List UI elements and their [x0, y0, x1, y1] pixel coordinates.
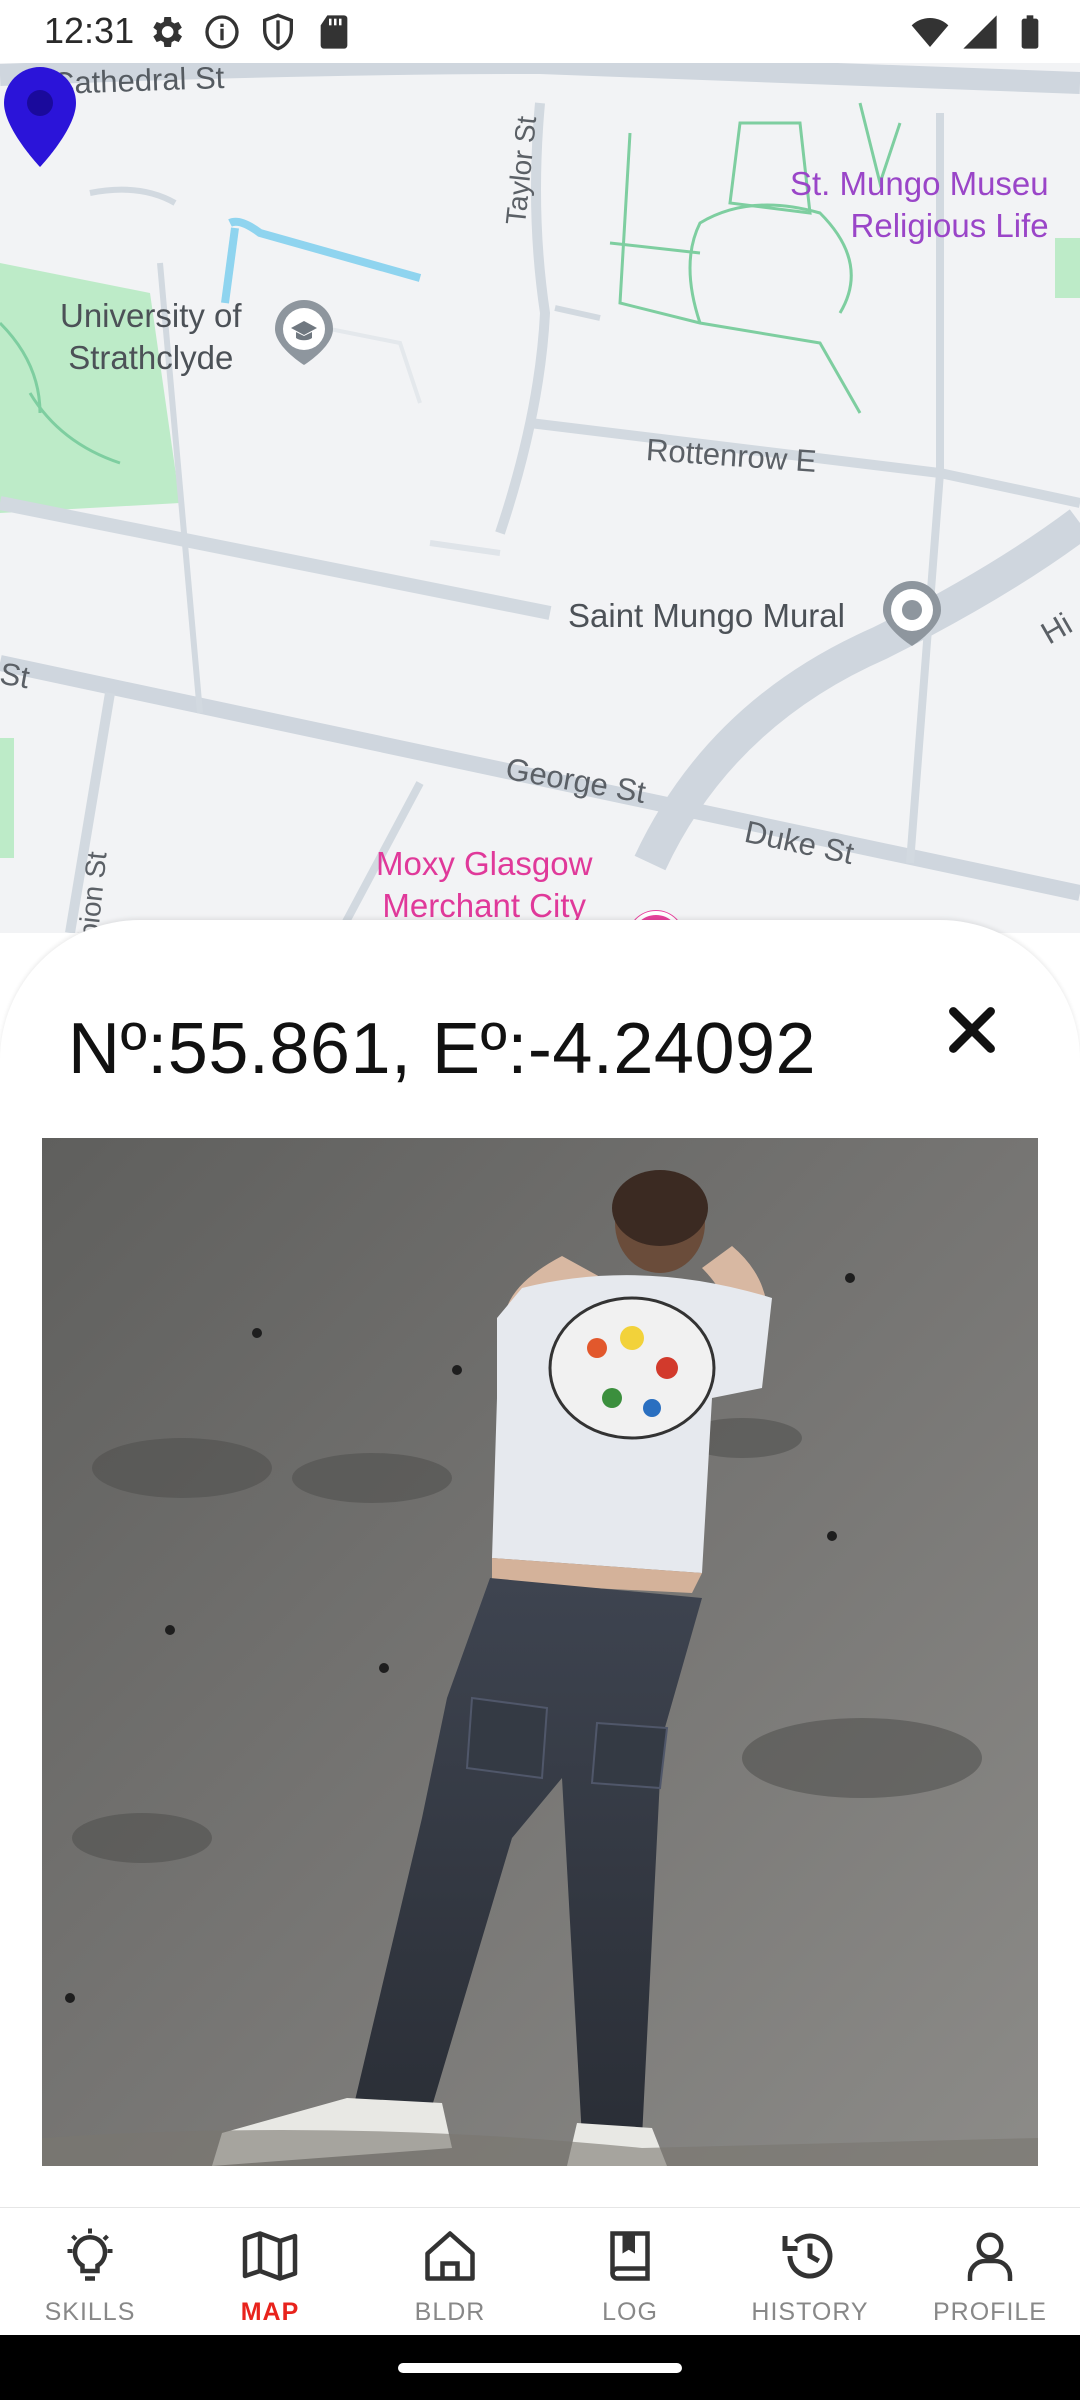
poi-st-mungo-museum[interactable]: St. Mungo Museu Religious Life	[790, 163, 1049, 247]
gesture-handle[interactable]	[398, 2363, 682, 2373]
battery-icon	[1021, 15, 1039, 49]
status-time: 12:31	[44, 10, 135, 51]
system-gesture-bar	[0, 2335, 1080, 2400]
nav-item-bldr[interactable]: BLDR	[360, 2208, 540, 2336]
nav-label-bldr: BLDR	[414, 2298, 486, 2326]
nav-label-history: HISTORY	[751, 2298, 869, 2326]
lightbulb-icon	[67, 2228, 113, 2281]
map-view[interactable]: Cathedral St Taylor St Rottenrow E Georg…	[0, 63, 1080, 933]
signal-icon	[963, 15, 997, 49]
poi-university[interactable]: University of Strathclyde	[60, 295, 242, 379]
nav-item-map[interactable]: MAP	[180, 2208, 360, 2336]
home-icon	[425, 2231, 475, 2281]
close-icon[interactable]	[940, 998, 1004, 1062]
location-detail-sheet: Nº:55.861, Eº:-4.24092	[0, 920, 1080, 2207]
person-icon	[967, 2232, 1013, 2281]
nav-item-log[interactable]: LOG	[540, 2208, 720, 2336]
nav-label-log: LOG	[602, 2298, 658, 2326]
book-icon	[610, 2231, 650, 2281]
location-photo[interactable]	[42, 1138, 1038, 2166]
photo-image	[42, 1138, 1038, 2166]
university-pin-icon[interactable]	[271, 296, 337, 368]
coordinates-title: Nº:55.861, Eº:-4.24092	[68, 1009, 817, 1089]
nav-item-skills[interactable]: SKILLS	[0, 2208, 180, 2336]
status-bar: 12:31	[0, 0, 1080, 63]
sd-card-icon	[320, 15, 348, 49]
nav-item-profile[interactable]: PROFILE	[900, 2208, 1080, 2336]
nav-label-map: MAP	[240, 2298, 300, 2326]
nav-label-profile: PROFILE	[933, 2298, 1047, 2326]
history-icon	[782, 2233, 833, 2279]
shield-icon	[263, 13, 293, 51]
mural-pin-icon[interactable]	[879, 577, 945, 649]
nav-item-history[interactable]: HISTORY	[720, 2208, 900, 2336]
nav-label-skills: SKILLS	[44, 2298, 136, 2326]
bottom-navigation: SKILLS MAP BLDR LOG HISTORY PROFILE	[0, 2207, 1080, 2335]
gear-icon	[153, 17, 182, 47]
poi-moxy-hotel[interactable]: Moxy Glasgow Merchant City	[376, 843, 592, 927]
wifi-icon	[911, 18, 949, 47]
info-icon	[205, 15, 239, 49]
poi-saint-mungo-mural[interactable]: Saint Mungo Mural	[568, 595, 845, 637]
location-pin-icon[interactable]	[0, 63, 80, 171]
map-icon	[242, 2231, 298, 2281]
